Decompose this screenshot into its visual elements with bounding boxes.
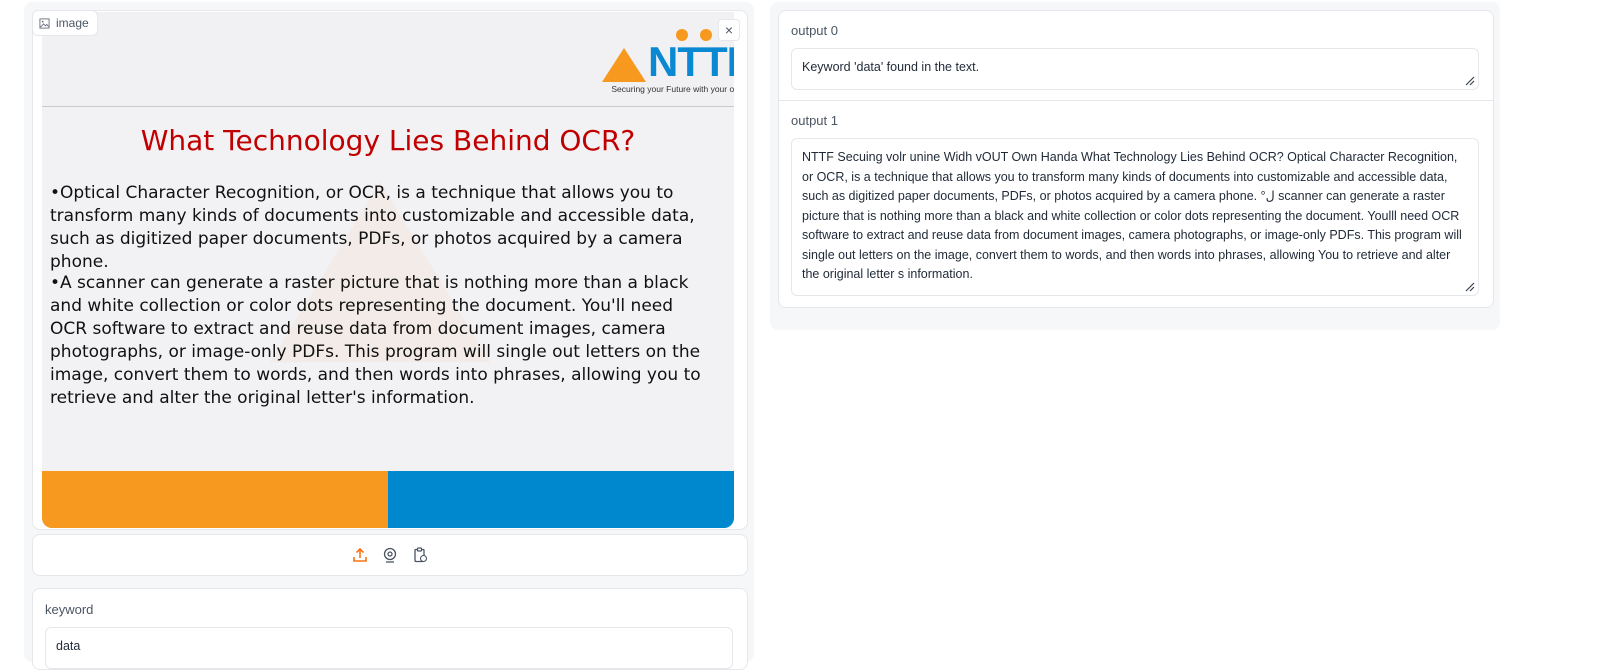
- output-0-textbox[interactable]: Keyword 'data' found in the text.: [791, 48, 1479, 90]
- paste-clipboard-button[interactable]: [410, 545, 430, 565]
- upload-button[interactable]: [350, 545, 370, 565]
- output-1-label: output 1: [791, 113, 838, 128]
- image-label-tag: image: [32, 10, 98, 36]
- resize-handle-icon[interactable]: [1465, 76, 1475, 86]
- slide-title: What Technology Lies Behind OCR?: [140, 124, 636, 157]
- logo-triangle-icon: [602, 48, 646, 82]
- keyword-input[interactable]: data: [45, 627, 733, 669]
- image-source-toolbar: [32, 534, 748, 576]
- slide-footer-blue: [388, 471, 734, 528]
- output-0-label: output 0: [791, 23, 838, 38]
- upload-icon: [353, 547, 367, 562]
- keyword-label: keyword: [45, 602, 94, 617]
- slide-divider: [42, 106, 734, 107]
- output-0-text: Keyword 'data' found in the text.: [802, 60, 980, 74]
- slide-paragraph-1: •Optical Character Recognition, or OCR, …: [50, 183, 695, 272]
- nttf-logo: NTTF Securing your Future with your own …: [602, 28, 734, 98]
- image-label: image: [56, 16, 89, 30]
- webcam-icon: [383, 547, 397, 563]
- output-1-text: NTTF Secuing volr unine Widh vOUT Own Ha…: [802, 150, 1462, 281]
- uploaded-image: NTTF Securing your Future with your own …: [42, 12, 734, 528]
- logo-text: NTTF: [648, 38, 734, 85]
- clear-image-button[interactable]: ×: [718, 19, 740, 41]
- clipboard-icon: [414, 547, 428, 563]
- output-1-textbox[interactable]: NTTF Secuing volr unine Widh vOUT Own Ha…: [791, 138, 1479, 296]
- webcam-button[interactable]: [380, 545, 400, 565]
- resize-handle-icon[interactable]: [1465, 282, 1475, 292]
- slide-footer-orange: [42, 471, 388, 528]
- slide-paragraph-2: •A scanner can generate a raster picture…: [50, 273, 701, 408]
- close-icon: ×: [724, 22, 734, 38]
- image-icon: [39, 17, 50, 29]
- logo-tagline: Securing your Future with your own Hands: [611, 84, 734, 94]
